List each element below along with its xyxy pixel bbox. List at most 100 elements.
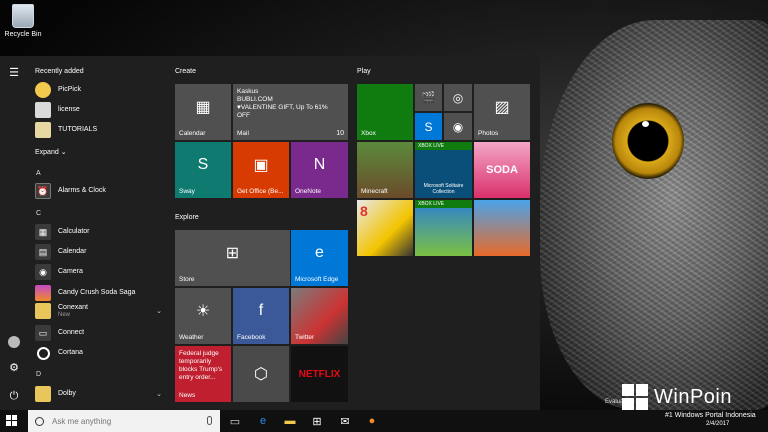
hexagon-icon: ⬡ xyxy=(254,366,268,383)
watermark-subtitle: #1 Windows Portal Indonesia xyxy=(665,412,756,419)
letter-header-a[interactable]: A xyxy=(36,170,41,177)
app-tutorials[interactable]: TUTORIALS xyxy=(35,121,165,139)
tile-movies[interactable]: 🎬 xyxy=(415,84,442,111)
letter-header-c[interactable]: C xyxy=(36,210,41,217)
app-calculator[interactable]: ▦ Calculator xyxy=(35,223,165,241)
store-icon[interactable]: ⊞ xyxy=(310,414,324,428)
mail-from: BUBLI.COM xyxy=(237,96,273,103)
app-dolby[interactable]: Dolby ⌄ xyxy=(35,385,165,403)
tile-solitaire[interactable]: XBOX LIVE Microsoft Solitaire Collection xyxy=(415,142,472,198)
group-header-play[interactable]: Play xyxy=(357,68,371,75)
app-picpick[interactable]: PicPick xyxy=(35,81,165,99)
letter-header-d[interactable]: D xyxy=(36,371,41,378)
soda-logo: SODA xyxy=(486,164,518,176)
recycle-bin[interactable]: Recycle Bin xyxy=(2,4,44,38)
tile-xbox[interactable]: Xbox xyxy=(357,84,413,140)
onenote-icon: N xyxy=(313,156,326,173)
user-avatar[interactable] xyxy=(8,336,20,348)
chevron-down-icon[interactable]: ⌄ xyxy=(156,390,162,398)
app-label: Dolby xyxy=(58,390,76,397)
tile-edge[interactable]: e Microsoft Edge xyxy=(291,230,348,286)
owl-image xyxy=(540,20,768,410)
calendar-icon: ▤ xyxy=(35,244,51,260)
app-cortana[interactable]: Cortana xyxy=(35,344,165,362)
tile-label: News xyxy=(179,392,196,399)
recently-added-header: Recently added xyxy=(35,68,84,75)
folder-icon xyxy=(35,386,51,402)
xbox-live-banner: XBOX LIVE xyxy=(415,200,472,208)
tile-weather[interactable]: ☀ Weather xyxy=(175,288,231,344)
document-icon xyxy=(35,102,51,118)
tile-minecraft[interactable]: Minecraft xyxy=(357,142,413,198)
group-header-explore[interactable]: Explore xyxy=(175,214,199,221)
camera-icon: ◉ xyxy=(35,264,51,280)
search-input[interactable] xyxy=(52,416,202,426)
groove-music-icon: ◎ xyxy=(452,90,464,105)
file-explorer-icon[interactable]: ▬ xyxy=(283,414,297,428)
app-connect[interactable]: ▭ Connect xyxy=(35,324,165,342)
tile-calendar[interactable]: ▦ Calendar xyxy=(175,84,231,140)
settings-icon[interactable]: ⚙ xyxy=(7,361,21,375)
app-label: Alarms & Clock xyxy=(58,187,106,194)
tile-asphalt[interactable]: 8 xyxy=(357,200,413,256)
new-badge: New xyxy=(58,312,71,318)
search-box[interactable] xyxy=(28,410,220,432)
task-view-icon[interactable]: ▭ xyxy=(228,414,242,428)
news-headline: Federal judge temporarily blocks Trump's… xyxy=(179,350,223,381)
tile-netflix[interactable]: NETFLIX xyxy=(291,346,348,402)
chevron-down-icon[interactable]: ⌄ xyxy=(156,307,162,315)
start-rail: ☰ ⚙ ⏻ xyxy=(0,56,28,410)
tile-game[interactable] xyxy=(474,200,530,256)
windows-start-icon[interactable] xyxy=(6,415,18,427)
app-label: Conexant xyxy=(58,304,88,311)
edge-icon[interactable]: e xyxy=(256,414,270,428)
app-label: PicPick xyxy=(58,86,81,93)
tile-onenote[interactable]: N OneNote xyxy=(291,142,348,198)
tile-label: Sway xyxy=(179,188,195,195)
recycle-bin-label: Recycle Bin xyxy=(4,31,42,38)
tile-sway[interactable]: S Sway xyxy=(175,142,231,198)
tile-get-office[interactable]: ▣ Get Office (Be... xyxy=(233,142,289,198)
group-header-create[interactable]: Create xyxy=(175,68,196,75)
app-candy-crush[interactable]: Candy Crush Soda Saga xyxy=(35,284,165,302)
calculator-icon: ▦ xyxy=(35,224,51,240)
clapper-icon: 🎬 xyxy=(421,92,436,104)
tile-label: Store xyxy=(179,276,195,283)
calendar-icon: ▦ xyxy=(195,99,211,116)
tile-label: Get Office (Be... xyxy=(237,188,284,195)
tile-twitter[interactable]: Twitter xyxy=(291,288,348,344)
app-conexant[interactable]: Conexant New ⌄ xyxy=(35,302,165,320)
app-license[interactable]: license xyxy=(35,101,165,119)
power-icon[interactable]: ⏻ xyxy=(7,389,21,403)
app-alarms-clock[interactable]: ⏰ Alarms & Clock xyxy=(35,182,165,200)
hamburger-menu-icon[interactable]: ☰ xyxy=(7,66,21,80)
tile-store[interactable]: ⊞ Store xyxy=(175,230,290,286)
tile-news[interactable]: Federal judge temporarily blocks Trump's… xyxy=(175,346,231,402)
tile-hexagon-app[interactable]: ⬡ xyxy=(233,346,289,402)
firefox-icon[interactable]: ● xyxy=(365,414,379,428)
tile-label: Photos xyxy=(478,130,499,137)
tile-facebook[interactable]: f Facebook xyxy=(233,288,289,344)
mail-icon[interactable]: ✉ xyxy=(338,414,352,428)
document-icon xyxy=(35,122,51,138)
app-label: Cortana xyxy=(58,349,83,356)
tile-webcam[interactable]: ◉ xyxy=(444,113,472,140)
clock-date[interactable]: 2/4/2017 xyxy=(706,421,729,427)
app-list: Recently added PicPick license TUTORIALS… xyxy=(28,56,168,410)
tile-castle-siege[interactable]: XBOX LIVE xyxy=(415,200,472,256)
recycle-bin-icon xyxy=(12,4,34,28)
microphone-icon[interactable] xyxy=(207,416,212,425)
asphalt-logo: 8 xyxy=(360,203,368,219)
expand-button[interactable]: Expand ⌄ xyxy=(35,148,67,156)
tile-groove[interactable]: ◎ xyxy=(444,84,472,111)
tile-mail[interactable]: Kaskus BUBLI.COM ♥VALENTINE GIFT, Up To … xyxy=(233,84,348,140)
tile-candy-crush-soda[interactable]: SODA xyxy=(474,142,530,198)
tile-label: Twitter xyxy=(295,334,315,341)
mail-sender: Kaskus xyxy=(237,88,259,95)
tile-skype[interactable]: S xyxy=(415,113,442,140)
photos-icon: ▨ xyxy=(494,99,510,116)
app-camera[interactable]: ◉ Camera xyxy=(35,263,165,281)
chevron-down-icon: ⌄ xyxy=(60,149,67,156)
app-calendar[interactable]: ▤ Calendar xyxy=(35,243,165,261)
tile-photos[interactable]: ▨ Photos xyxy=(474,84,530,140)
